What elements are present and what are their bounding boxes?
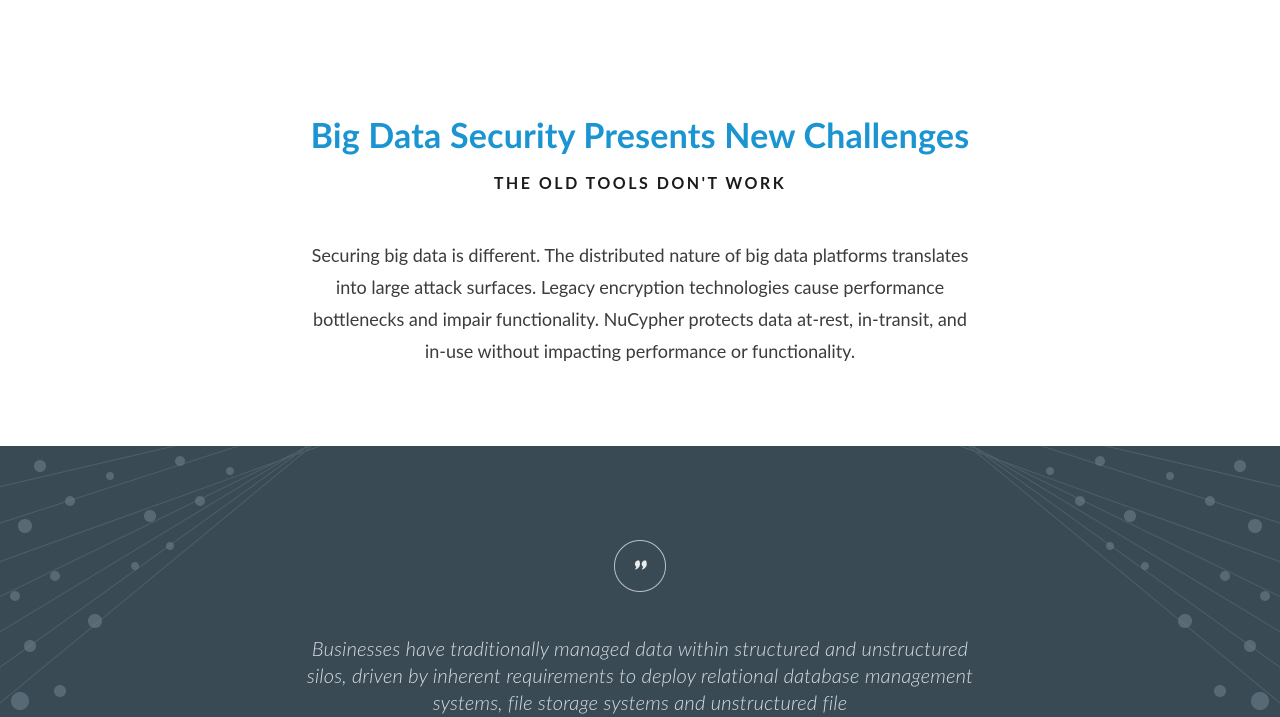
hero-body: Securing big data is different. The dist… <box>310 239 970 367</box>
quote-section: Businesses have traditionally managed da… <box>0 446 1280 717</box>
hero-section: Big Data Security Presents New Challenge… <box>0 0 1280 367</box>
quote-text: Businesses have traditionally managed da… <box>305 636 975 717</box>
hero-subhead: THE OLD TOOLS DON'T WORK <box>0 174 1280 193</box>
hero-headline: Big Data Security Presents New Challenge… <box>0 115 1280 158</box>
quote-icon <box>614 540 666 592</box>
